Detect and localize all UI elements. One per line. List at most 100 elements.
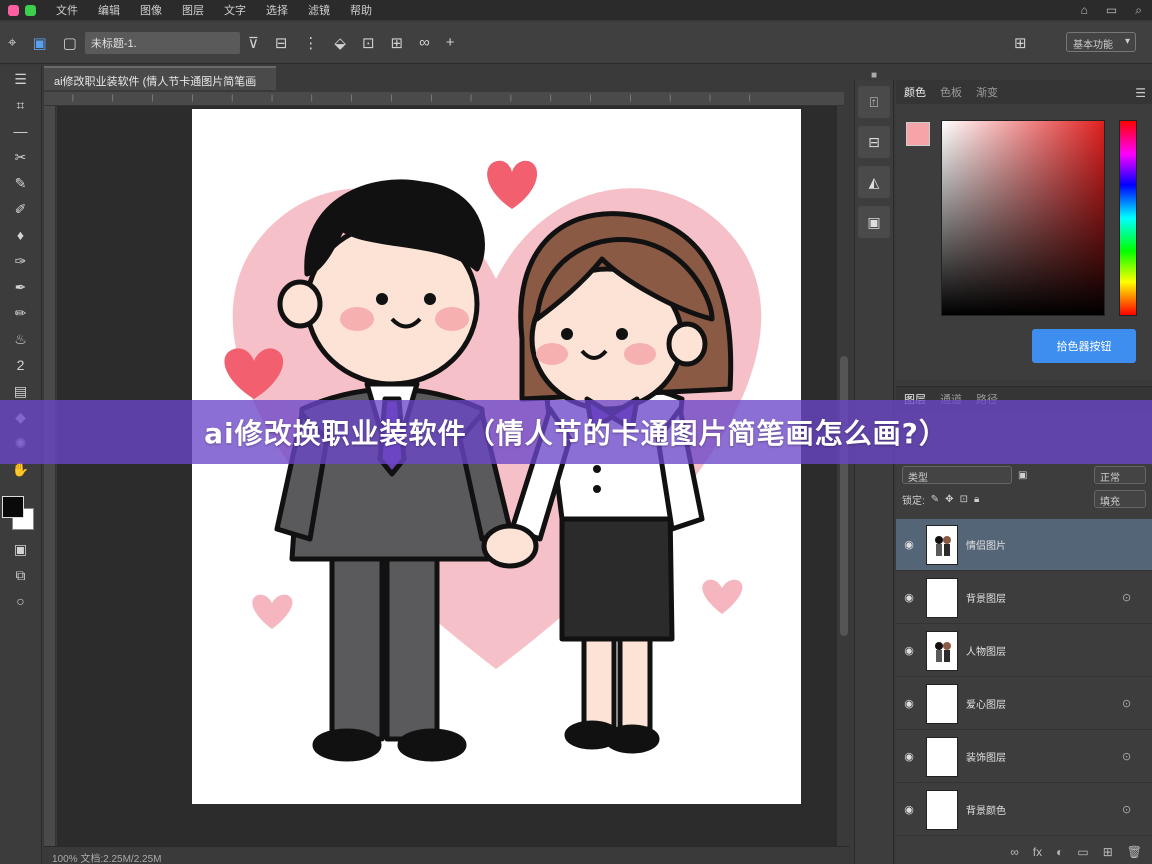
add-mask-icon[interactable]: ◐: [1056, 845, 1063, 859]
saturation-picker[interactable]: [941, 120, 1105, 316]
properties-panel-icon[interactable]: ⊟: [858, 126, 890, 158]
tab-color[interactable]: 颜色: [904, 84, 926, 100]
lock-position-icon[interactable]: ✥: [945, 494, 953, 505]
layer-row[interactable]: ◉ 背景颜色 ⊙: [896, 784, 1152, 836]
visibility-eye-icon[interactable]: ◉: [896, 644, 922, 657]
frame-icon[interactable]: ▢: [63, 34, 77, 52]
adjustments-panel-icon[interactable]: ◭: [858, 166, 890, 198]
visibility-eye-icon[interactable]: ◉: [896, 591, 922, 604]
zoom-window-button[interactable]: [25, 4, 36, 16]
align-left-icon[interactable]: ⊽: [248, 34, 259, 52]
layer-row[interactable]: ◉ 背景图层 ⊙: [896, 572, 1152, 624]
stamp-tool-icon[interactable]: ♦: [0, 222, 41, 248]
color-panel: 颜色 色板 渐变 ☰ 拾色器按钮: [896, 80, 1152, 380]
layers-filter-row: 类型 ▣ 正常: [896, 463, 1152, 487]
menu-filter[interactable]: 滤镜: [308, 2, 330, 18]
layer-effects-icon[interactable]: ⊙: [1122, 591, 1152, 604]
artboard-icon[interactable]: ▣: [32, 34, 46, 52]
document-tab[interactable]: ai修改职业装软件 (情人节卡通图片简笔画: [44, 66, 276, 90]
menu-image[interactable]: 图像: [140, 2, 162, 18]
align-center-icon[interactable]: ⊟: [275, 34, 288, 52]
visibility-eye-icon[interactable]: ◉: [896, 697, 922, 710]
foreground-color[interactable]: [2, 496, 24, 518]
pen-tool-icon[interactable]: ✒: [0, 274, 41, 300]
workspace-select[interactable]: 基本功能: [1066, 32, 1136, 52]
extra-tools-icon[interactable]: ○: [0, 588, 41, 614]
menu-help[interactable]: 帮助: [350, 2, 372, 18]
crop-tool-icon[interactable]: ⌗: [0, 92, 41, 118]
lock-all-icon[interactable]: 🔒︎: [974, 494, 979, 505]
pencil-tool-icon[interactable]: ✐: [0, 196, 41, 222]
pink-heart-left-bottom: [252, 594, 293, 629]
panels-icon[interactable]: ⊞: [1014, 34, 1027, 52]
layer-style-icon[interactable]: fx: [1033, 845, 1042, 859]
home-icon[interactable]: ⌂: [1081, 3, 1088, 18]
history-panel-icon[interactable]: ⍐: [858, 86, 890, 118]
menu-select[interactable]: 选择: [266, 2, 288, 18]
visibility-eye-icon[interactable]: ◉: [896, 750, 922, 763]
brush-tool-icon[interactable]: ✎: [0, 170, 41, 196]
visibility-eye-icon[interactable]: ◉: [896, 803, 922, 816]
color-panel-tabs: 颜色 色板 渐变: [896, 80, 1152, 104]
search-icon[interactable]: ⌕: [1135, 3, 1142, 18]
window-icon[interactable]: ▭: [1106, 3, 1117, 18]
layer-effects-icon[interactable]: ⊙: [1122, 803, 1152, 816]
lock-label: 锁定:: [902, 495, 925, 507]
fill-field[interactable]: 填充: [1094, 490, 1146, 508]
banner-title: ai修改换职业装软件（情人节的卡通图片简笔画怎么画?）: [204, 417, 948, 450]
delete-layer-icon[interactable]: 🗑︎: [1127, 845, 1142, 859]
new-layer-icon[interactable]: ⊞: [1103, 845, 1113, 859]
tab-swatches[interactable]: 色板: [940, 84, 962, 100]
layer-row[interactable]: ◉ 装饰图层 ⊙: [896, 731, 1152, 783]
add-icon[interactable]: +: [446, 34, 455, 51]
layer-effects-icon[interactable]: ⊙: [1122, 750, 1152, 763]
menu-edit[interactable]: 编辑: [98, 2, 120, 18]
move-tool-icon[interactable]: ⌖: [8, 34, 16, 51]
layer-row[interactable]: ◉ 情侣图片: [896, 519, 1152, 571]
menu-layer[interactable]: 图层: [182, 2, 204, 18]
blend-mode-select[interactable]: 正常: [1094, 466, 1146, 484]
preset-field[interactable]: 未标题-1.: [84, 31, 240, 54]
grid-icon[interactable]: ⊞: [391, 34, 404, 52]
screen-mode-icon[interactable]: ⧉: [0, 562, 41, 588]
layer-row[interactable]: ◉ 爱心图层 ⊙: [896, 678, 1152, 730]
eraser-tool-icon[interactable]: ✏: [0, 300, 41, 326]
menu-file[interactable]: 文件: [56, 2, 78, 18]
text-frame-icon[interactable]: ⊡: [362, 34, 375, 52]
toolbar-grip-icon: ☰: [14, 70, 27, 87]
scroll-thumb[interactable]: [840, 356, 848, 636]
color-swatches[interactable]: [0, 492, 41, 536]
lock-artboard-icon[interactable]: ⊡: [960, 494, 968, 505]
type-tool-icon[interactable]: 2: [0, 352, 41, 378]
link-layers-icon[interactable]: ∞: [1010, 845, 1019, 859]
tab-gradients[interactable]: 渐变: [976, 84, 998, 100]
hue-slider[interactable]: [1119, 120, 1137, 316]
dodge-tool-icon[interactable]: ♨: [0, 326, 41, 352]
holding-hands: [481, 523, 539, 569]
boy-figure: [274, 179, 513, 762]
current-color-swatch[interactable]: [906, 122, 930, 146]
distribute-icon[interactable]: ⋮: [303, 34, 318, 52]
panel-menu-icon[interactable]: ☰: [1135, 86, 1146, 100]
layer-row[interactable]: ◉ 人物图层: [896, 625, 1152, 677]
layer-effects-icon[interactable]: ⊙: [1122, 697, 1152, 710]
layer-thumbnail: [926, 524, 958, 565]
quick-mask-icon[interactable]: ▣: [0, 536, 41, 562]
smudge-tool-icon[interactable]: ✑: [0, 248, 41, 274]
libraries-panel-icon[interactable]: ▣: [858, 206, 890, 238]
vertical-scrollbar[interactable]: [838, 106, 850, 846]
line-tool-icon[interactable]: —: [0, 118, 41, 144]
filter-image-icon[interactable]: ▣: [1018, 470, 1027, 481]
workspace-select-value: 基本功能: [1073, 40, 1113, 51]
menu-type[interactable]: 文字: [224, 2, 246, 18]
visibility-eye-icon[interactable]: ◉: [896, 538, 922, 551]
transform-icon[interactable]: ⬙: [334, 34, 346, 52]
layer-filter-select[interactable]: 类型: [902, 466, 1012, 484]
lasso-tool-icon[interactable]: ✂: [0, 144, 41, 170]
new-group-icon[interactable]: ▭: [1077, 845, 1088, 859]
link-icon[interactable]: ∞: [419, 34, 430, 51]
vertical-ruler: [44, 106, 56, 846]
color-picker-button[interactable]: 拾色器按钮: [1032, 329, 1136, 363]
close-window-button[interactable]: [8, 4, 19, 16]
lock-pixels-icon[interactable]: ✎: [931, 494, 939, 505]
